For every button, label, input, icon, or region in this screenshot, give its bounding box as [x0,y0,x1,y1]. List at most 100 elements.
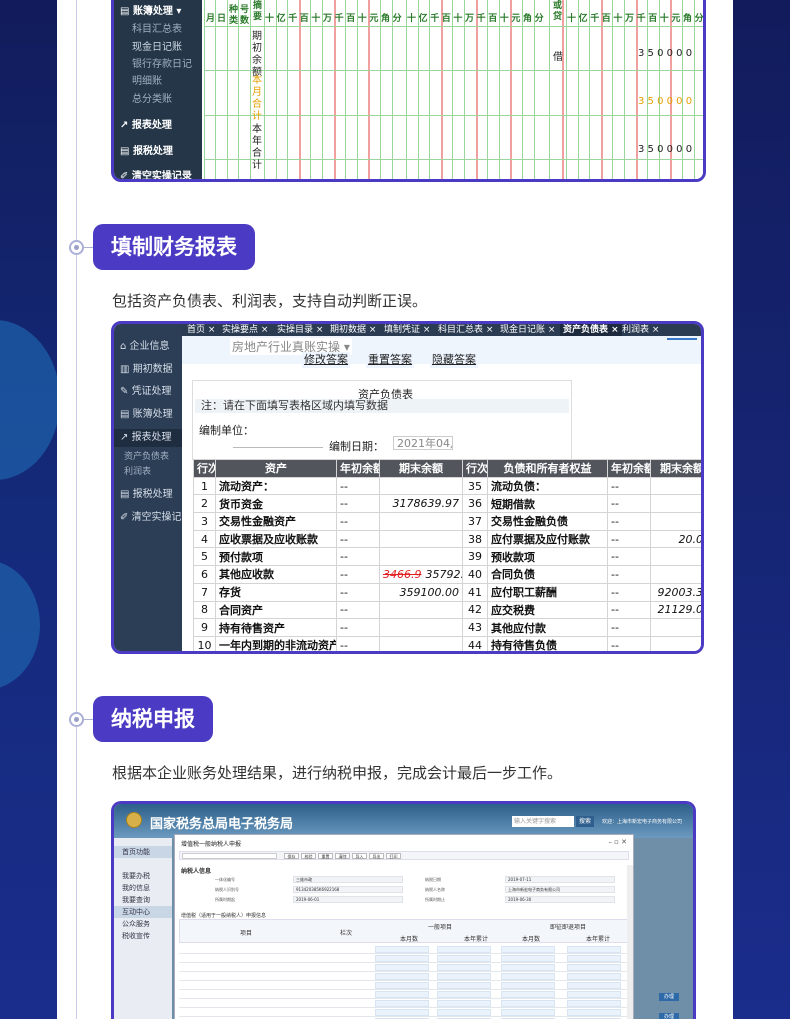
tax-value-input[interactable] [501,955,555,962]
side-item[interactable]: 我要办税 [114,870,172,882]
value-input-cell[interactable] [650,494,701,514]
side-item[interactable]: 互动中心 [114,906,172,918]
toolbar-button[interactable]: 打印 [386,853,401,859]
tax-value-input[interactable] [567,964,621,971]
value-input-cell[interactable]: 20.00 [650,529,701,549]
tax-value-input[interactable] [567,973,621,980]
side-item[interactable]: 公众服务 [114,918,172,930]
modal-close-icon[interactable]: – ▫ ✕ [608,838,627,846]
tax-value-input[interactable] [501,991,555,998]
tax-value-input[interactable] [567,982,621,989]
sidebar-item[interactable]: ▤ 报税处理 [114,486,182,504]
tab[interactable]: 科目汇总表 × [438,324,493,336]
field-value[interactable]: 2019-07-11 [505,876,615,883]
toolbar-button[interactable]: 导出 [369,853,384,859]
tax-search-input[interactable]: 输入关键字搜索 [512,816,574,827]
report-select[interactable] [182,853,277,859]
tax-value-input[interactable] [375,946,429,953]
side-item[interactable]: 我要查询 [114,894,172,906]
field-value[interactable]: 2019-06-01 [293,896,403,903]
toolbar-button[interactable]: 校验 [301,853,316,859]
value-input-cell[interactable]: 359100.00 [379,582,463,602]
value-input-cell[interactable] [379,529,463,549]
modal-scrollbar[interactable] [627,865,633,1019]
value-input-cell[interactable]: 92003.33 [650,582,701,602]
tax-value-input[interactable] [375,1000,429,1007]
tax-value-input[interactable] [501,946,555,953]
tax-value-input[interactable] [567,991,621,998]
value-input-cell[interactable] [379,600,463,620]
tax-value-input[interactable] [437,982,491,989]
field-value[interactable]: 三维市政 [293,876,403,883]
toolbar-button[interactable]: 保存 [284,853,299,859]
tax-value-input[interactable] [567,1000,621,1007]
sidebar-item-clear[interactable]: ✐ 清空实操记录 [114,168,202,179]
sidebar-item[interactable]: ▥ 期初数据 [114,361,182,379]
value-input-cell[interactable] [650,635,701,651]
tax-value-input[interactable] [501,973,555,980]
tax-value-input[interactable] [437,1000,491,1007]
side-action-button[interactable]: 办理 [659,993,679,1001]
value-input-cell[interactable] [379,635,463,651]
toolbar-button[interactable]: 导入 [352,853,367,859]
reset-answer-button[interactable]: 重置答案 [366,352,414,368]
field-value[interactable]: 2019-06-30 [505,896,615,903]
sidebar-item[interactable]: 银行存款日记 [114,56,202,74]
tab[interactable]: 实操目录 × [277,324,323,336]
tax-value-input[interactable] [437,946,491,953]
value-input-cell[interactable] [379,512,463,531]
value-input-cell[interactable] [650,565,701,584]
unit-input[interactable] [233,447,323,448]
sidebar-item[interactable]: ✐ 清空实操记录 [114,509,192,527]
side-item[interactable]: 首页功能 [114,846,172,858]
value-input-cell[interactable] [379,476,463,496]
tax-value-input[interactable] [567,1009,621,1016]
field-value[interactable]: 913420385K6922168 [293,886,403,893]
sidebar-item[interactable]: ✎ 凭证处理 [114,383,182,401]
tax-value-input[interactable] [501,1009,555,1016]
tax-value-input[interactable] [375,991,429,998]
sidebar-item[interactable]: 科目汇总表 [114,21,202,39]
sidebar-item[interactable]: 明细账 [114,73,202,91]
toolbar-button[interactable]: 清除 [335,853,350,859]
tab-balance-sheet[interactable]: 资产负债表 × [560,324,622,336]
value-input-cell[interactable] [650,476,701,496]
tax-value-input[interactable] [567,946,621,953]
tax-value-input[interactable] [375,1009,429,1016]
tax-value-input[interactable] [437,955,491,962]
tax-value-input[interactable] [437,1009,491,1016]
side-item[interactable]: 税收宣传 [114,930,172,942]
tax-value-input[interactable] [375,982,429,989]
tax-value-input[interactable] [437,973,491,980]
tax-value-input[interactable] [501,964,555,971]
edit-answer-button[interactable]: 修改答案 [302,352,350,368]
tab[interactable]: 填制凭证 × [384,324,430,336]
tab[interactable]: 利润表 × [622,324,659,336]
field-value[interactable]: 上海市新宏电子商务有限公司 [505,886,615,893]
tax-value-input[interactable] [375,964,429,971]
tax-value-input[interactable] [375,955,429,962]
sidebar-item-reports[interactable]: ↗ 报表处理 [114,117,202,135]
tax-value-input[interactable] [501,1000,555,1007]
sidebar-item[interactable]: ⌂ 企业信息 [114,338,182,356]
tax-search-button[interactable]: 搜索 [576,816,594,827]
toolbar-button[interactable]: 重置 [318,853,333,859]
date-input[interactable]: 2021年04月 [393,436,453,450]
value-input-cell[interactable]: 21129.02 [650,600,701,620]
sidebar-item-reports[interactable]: ↗ 报表处理 [114,429,182,447]
tax-value-input[interactable] [501,982,555,989]
hide-answer-button[interactable]: 隐藏答案 [430,352,478,368]
value-input-cell[interactable]: 3466.935792.70 [379,565,463,584]
tab[interactable]: 现金日记账 × [500,324,555,336]
sidebar-item-account-books[interactable]: ▤ 账簿处理 ▾ [114,3,202,21]
side-action-button[interactable]: 办理 [659,1013,679,1019]
tab-home[interactable]: 首页 × [187,324,215,336]
value-input-cell[interactable] [650,618,701,637]
sidebar-item[interactable]: 利润表 [114,463,182,481]
value-input-cell[interactable] [650,547,701,567]
sidebar-item[interactable]: ▤ 账簿处理 [114,406,182,424]
side-item[interactable]: 我的信息 [114,882,172,894]
tax-value-input[interactable] [375,973,429,980]
sidebar-item[interactable]: 总分类账 [114,91,202,109]
tab[interactable]: 实操要点 × [222,324,268,336]
